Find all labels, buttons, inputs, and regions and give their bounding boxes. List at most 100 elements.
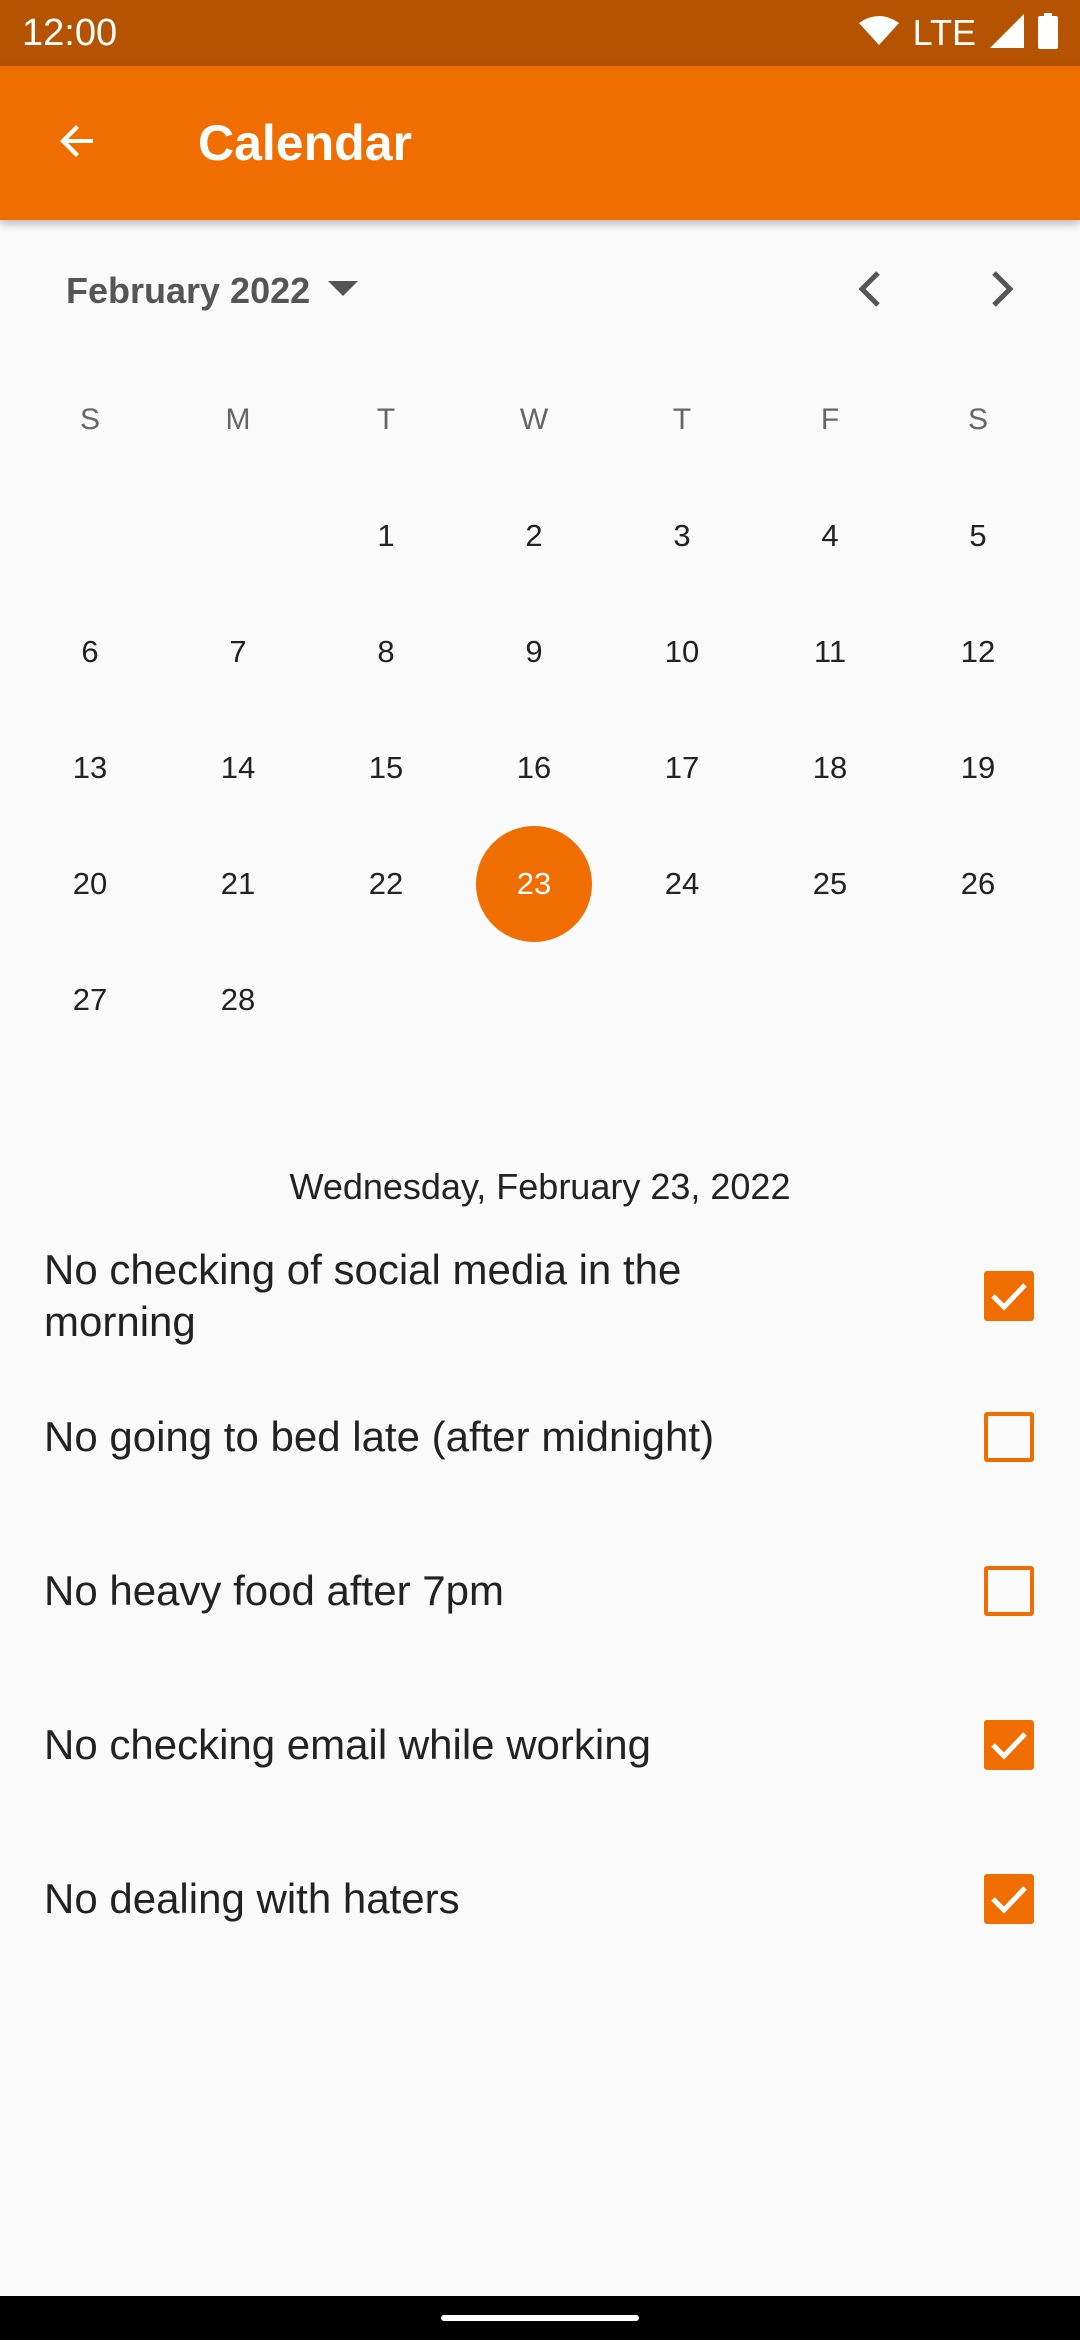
day-cell[interactable]: 7: [164, 594, 312, 710]
calendar-header: February 2022: [0, 240, 1080, 342]
day-cell[interactable]: 2: [460, 478, 608, 594]
checkbox-unchecked[interactable]: [984, 1566, 1034, 1616]
checkbox-checked[interactable]: [984, 1271, 1034, 1321]
chevron-right-icon: [990, 270, 1014, 312]
day-number: 24: [664, 866, 700, 901]
day-cell[interactable]: 20: [16, 826, 164, 942]
day-cell[interactable]: 3: [608, 478, 756, 594]
checkbox-checked[interactable]: [984, 1720, 1034, 1770]
back-button[interactable]: [0, 66, 154, 220]
signal-icon: [990, 13, 1024, 53]
day-cell[interactable]: 14: [164, 710, 312, 826]
day-cell[interactable]: 22: [312, 826, 460, 942]
habit-label: No heavy food after 7pm: [44, 1567, 504, 1614]
day-cell[interactable]: 6: [16, 594, 164, 710]
day-number: 12: [960, 634, 996, 669]
day-number: 26: [960, 866, 996, 901]
weekday-header: W: [519, 403, 549, 436]
day-number: 8: [377, 634, 395, 669]
day-number: 2: [525, 518, 543, 553]
day-cell[interactable]: 9: [460, 594, 608, 710]
weekday-header: T: [672, 403, 692, 436]
day-number: 13: [72, 750, 108, 785]
day-number: 14: [220, 750, 256, 785]
day-cell[interactable]: 15: [312, 710, 460, 826]
habit-row[interactable]: No checking of social media in the morni…: [0, 1232, 1080, 1360]
day-number: 22: [368, 866, 404, 901]
battery-icon: [1038, 12, 1058, 54]
day-cell[interactable]: 10: [608, 594, 756, 710]
status-bar: 12:00 LTE: [0, 0, 1080, 66]
arrow-back-icon: [53, 117, 101, 170]
habit-label: No dealing with haters: [44, 1875, 460, 1922]
day-number: 9: [525, 634, 543, 669]
status-time: 12:00: [22, 11, 118, 54]
habit-label: No checking email while working: [44, 1721, 651, 1768]
day-cell[interactable]: 4: [756, 478, 904, 594]
day-cell[interactable]: 5: [904, 478, 1052, 594]
home-handle[interactable]: [441, 2315, 639, 2321]
day-cell[interactable]: 24: [608, 826, 756, 942]
checkbox-checked[interactable]: [984, 1874, 1034, 1924]
check-icon: [991, 1886, 1027, 1914]
day-cell[interactable]: 12: [904, 594, 1052, 710]
day-cell[interactable]: 13: [16, 710, 164, 826]
check-icon: [991, 1732, 1027, 1760]
day-number: 28: [220, 982, 256, 1017]
day-cell[interactable]: 8: [312, 594, 460, 710]
habit-row[interactable]: No checking email while working: [0, 1668, 1080, 1822]
weekday-header: S: [967, 403, 988, 436]
day-number: 15: [368, 750, 404, 785]
weekday-header: M: [225, 403, 251, 436]
day-cell[interactable]: 11: [756, 594, 904, 710]
month-selector[interactable]: February 2022: [66, 241, 359, 341]
calendar-grid: S M T W T F S 1 2 3 4 5 6 7 8 9 10 11 12 13 14 15 16 17 18 19 20 21…: [16, 362, 1064, 1058]
checkbox-unchecked[interactable]: [984, 1412, 1034, 1462]
weekday-header: S: [79, 403, 100, 436]
day-number: 11: [813, 634, 847, 669]
month-label: February 2022: [66, 270, 311, 311]
day-number: 25: [812, 866, 848, 901]
day-number: 10: [664, 634, 700, 669]
day-cell[interactable]: 26: [904, 826, 1052, 942]
empty-day-cell: [164, 478, 312, 594]
day-cell[interactable]: 27: [16, 942, 164, 1058]
day-number: 3: [673, 518, 691, 553]
empty-day-cell: [16, 478, 164, 594]
day-cell[interactable]: 25: [756, 826, 904, 942]
app-bar: Calendar: [0, 66, 1080, 220]
day-cell[interactable]: 16: [460, 710, 608, 826]
day-number: 17: [664, 750, 700, 785]
habit-row[interactable]: No heavy food after 7pm: [0, 1514, 1080, 1668]
day-number: 4: [821, 518, 839, 553]
day-number: 20: [72, 866, 108, 901]
day-cell[interactable]: 1: [312, 478, 460, 594]
next-month-button[interactable]: [952, 240, 1052, 342]
chevron-left-icon: [858, 270, 882, 312]
habit-label: No going to bed late (after midnight): [44, 1413, 715, 1460]
day-cell[interactable]: 28: [164, 942, 312, 1058]
day-number: 23: [516, 866, 552, 901]
previous-month-button[interactable]: [820, 240, 920, 342]
page-title: Calendar: [198, 115, 412, 171]
weekday-header: T: [376, 403, 396, 436]
check-icon: [991, 1283, 1027, 1311]
day-number: 6: [81, 634, 99, 669]
dropdown-arrow-icon: [328, 280, 359, 302]
system-navigation-bar: [0, 2296, 1080, 2340]
habit-label: No checking of social media in the morni…: [44, 1246, 682, 1345]
day-cell[interactable]: 21: [164, 826, 312, 942]
day-cell-selected[interactable]: 23: [460, 826, 608, 942]
day-number: 18: [812, 750, 848, 785]
network-type: LTE: [912, 12, 976, 53]
day-cell[interactable]: 19: [904, 710, 1052, 826]
habit-row[interactable]: No dealing with haters: [0, 1822, 1080, 1976]
habit-row[interactable]: No going to bed late (after midnight): [0, 1360, 1080, 1514]
day-cell[interactable]: 18: [756, 710, 904, 826]
selected-date-label: Wednesday, February 23, 2022: [289, 1166, 791, 1207]
day-number: 21: [220, 866, 256, 901]
day-number: 27: [72, 982, 108, 1017]
day-number: 16: [516, 750, 552, 785]
day-cell[interactable]: 17: [608, 710, 756, 826]
day-number: 19: [960, 750, 996, 785]
